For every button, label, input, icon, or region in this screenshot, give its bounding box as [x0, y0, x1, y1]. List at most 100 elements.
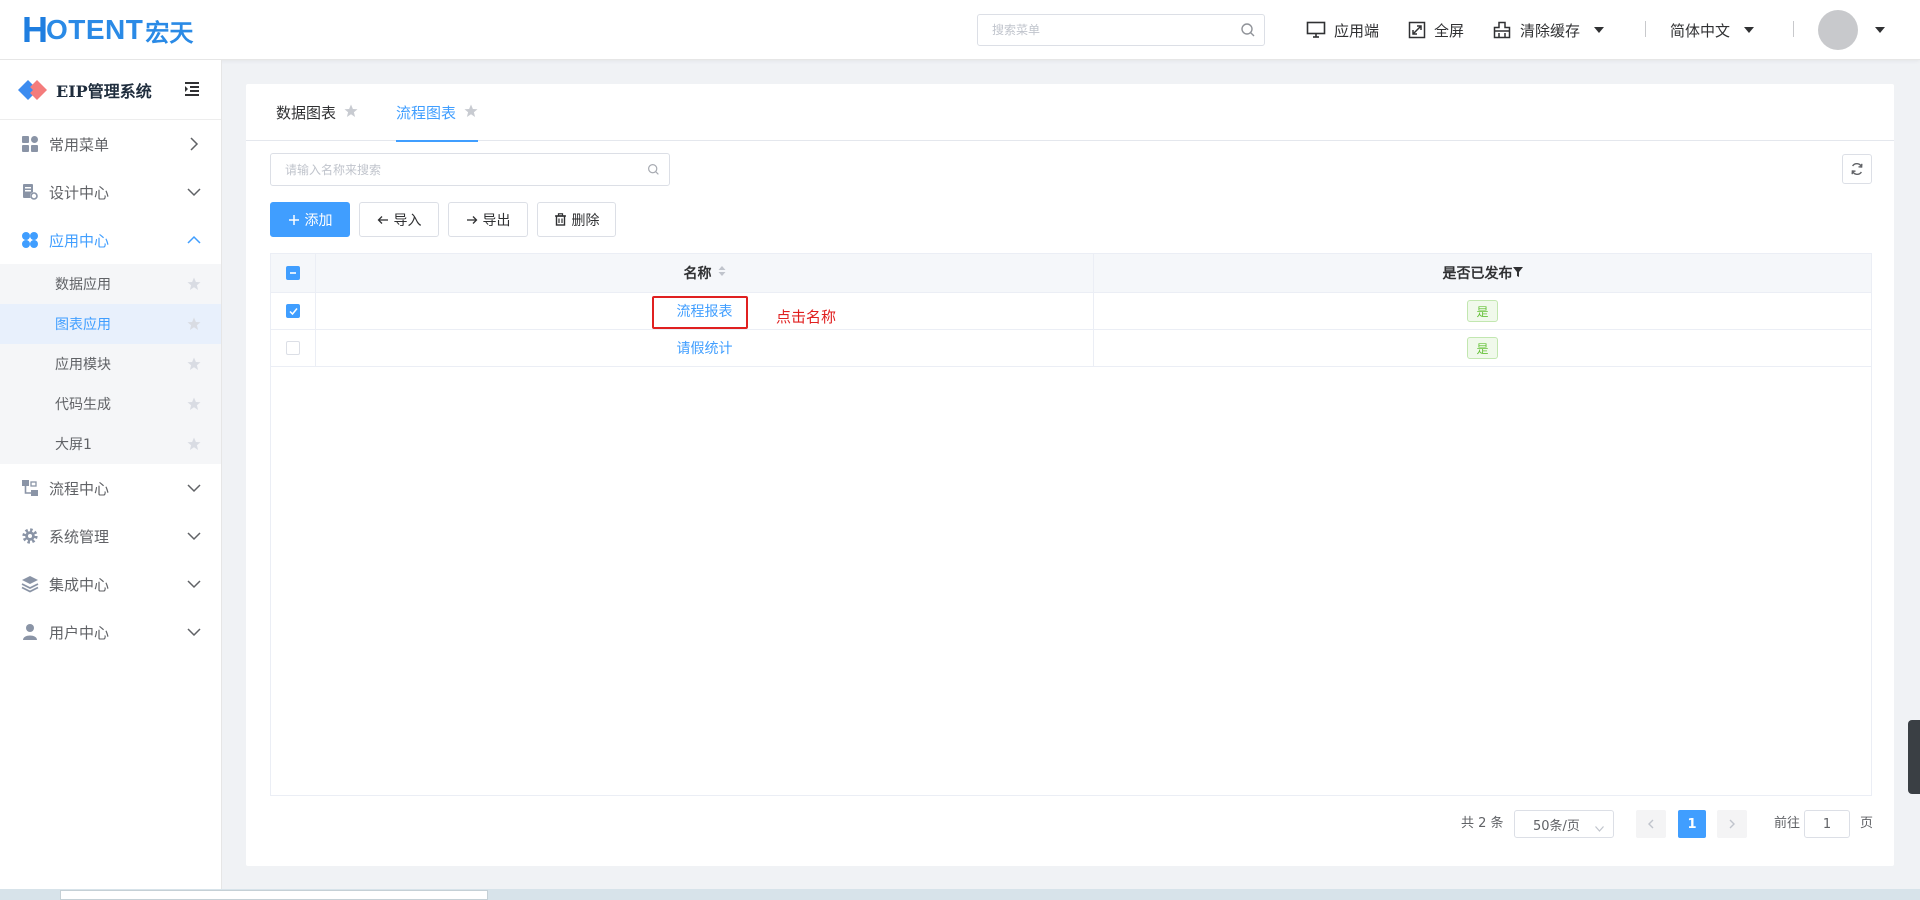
star-icon[interactable]	[187, 317, 201, 335]
column-name-header[interactable]: 名称	[316, 254, 1094, 292]
menu-search[interactable]	[977, 14, 1265, 46]
star-icon[interactable]	[187, 437, 201, 455]
goto-prefix: 前往	[1774, 815, 1801, 831]
menu-common[interactable]: 常用菜单	[0, 120, 221, 168]
apps-icon	[20, 230, 40, 250]
delete-button[interactable]: 删除	[537, 202, 616, 237]
next-page-button[interactable]	[1717, 810, 1747, 838]
total-count: 共 2 条	[1461, 815, 1504, 831]
menu-process-center[interactable]: 流程中心	[0, 464, 221, 512]
chevron-right-icon	[1729, 819, 1735, 829]
layers-icon	[20, 574, 40, 594]
broom-icon	[1493, 21, 1511, 39]
document-gear-icon	[20, 182, 40, 202]
refresh-icon	[1851, 163, 1863, 175]
delete-button-label: 删除	[571, 212, 600, 229]
star-icon[interactable]	[464, 104, 478, 122]
name-search[interactable]	[270, 153, 670, 186]
taskbar-window[interactable]	[60, 890, 488, 900]
export-button[interactable]: 导出	[448, 202, 528, 237]
star-icon[interactable]	[187, 277, 201, 295]
star-icon[interactable]	[187, 357, 201, 375]
add-button[interactable]: 添加	[270, 202, 350, 237]
row-published-cell: 是	[1094, 330, 1871, 366]
fullscreen-icon	[1408, 21, 1426, 39]
page-size-value: 50条/页	[1533, 818, 1580, 834]
side-widget[interactable]	[1908, 720, 1920, 794]
annotation-text: 点击名称	[776, 308, 837, 326]
row-name-cell: 请假统计	[316, 330, 1094, 366]
plus-icon	[288, 214, 299, 225]
chevron-down-icon	[1595, 821, 1604, 836]
submenu-code-gen-label: 代码生成	[55, 397, 111, 413]
app-center-submenu: 数据应用 图表应用 应用模块 代码生成 大屏1	[0, 264, 221, 464]
menu-system-management[interactable]: 系统管理	[0, 512, 221, 560]
submenu-data-app-label: 数据应用	[55, 277, 111, 293]
menu-search-input[interactable]	[978, 15, 1218, 45]
table-row[interactable]: 请假统计 是	[271, 330, 1871, 367]
published-tag: 是	[1467, 337, 1498, 359]
row-name-cell: 流程报表	[316, 293, 1094, 329]
import-button-label: 导入	[393, 212, 422, 229]
search-icon[interactable]	[647, 163, 660, 180]
chevron-down-icon	[187, 529, 201, 547]
table-row[interactable]: 流程报表 是	[271, 293, 1871, 330]
chart-tabs: 数据图表 流程图表	[246, 84, 1894, 142]
submenu-big-screen[interactable]: 大屏1	[0, 424, 221, 464]
language-label: 简体中文	[1670, 21, 1731, 40]
column-published-label: 是否已发布	[1442, 266, 1513, 282]
prev-page-button[interactable]	[1636, 810, 1666, 838]
collapse-menu-icon[interactable]	[183, 81, 201, 101]
gear-icon	[20, 526, 40, 546]
arrow-right-icon	[466, 215, 477, 224]
chart-name-link[interactable]: 请假统计	[677, 338, 733, 358]
clear-cache-dropdown[interactable]: 清除缓存	[1492, 18, 1605, 42]
search-icon[interactable]	[1240, 22, 1256, 42]
submenu-chart-app[interactable]: 图表应用	[0, 304, 221, 344]
menu-design-center[interactable]: 设计中心	[0, 168, 221, 216]
menu-app-center[interactable]: 应用中心	[0, 216, 221, 264]
column-published-header[interactable]: 是否已发布	[1094, 254, 1871, 292]
goto-page-input[interactable]	[1804, 810, 1850, 838]
chart-name-link[interactable]: 流程报表	[677, 301, 733, 321]
monitor-icon	[1306, 21, 1326, 38]
app-client-link[interactable]: 应用端	[1306, 18, 1379, 42]
menu-integration-center[interactable]: 集成中心	[0, 560, 221, 608]
star-icon[interactable]	[187, 397, 201, 415]
tab-data-chart[interactable]: 数据图表	[276, 84, 358, 141]
name-search-input[interactable]	[271, 154, 631, 185]
row-checkbox[interactable]	[286, 304, 300, 318]
chevron-down-icon	[187, 625, 201, 643]
language-dropdown[interactable]: 简体中文	[1670, 18, 1755, 42]
system-logo-icon	[18, 79, 47, 100]
menu-design-center-label: 设计中心	[49, 183, 110, 202]
row-checkbox[interactable]	[286, 341, 300, 355]
submenu-app-module[interactable]: 应用模块	[0, 344, 221, 384]
page-number-button[interactable]: 1	[1678, 810, 1706, 838]
refresh-button[interactable]	[1842, 154, 1872, 184]
logo-cn: 宏天	[145, 18, 194, 47]
caret-down-icon	[1744, 27, 1755, 33]
chevron-down-icon	[187, 577, 201, 595]
page-size-select[interactable]: 50条/页	[1514, 810, 1614, 838]
main-panel: 数据图表 流程图表 添加 导入 导出 删除 名称	[246, 84, 1894, 866]
sidebar: EIP管理系统 常用菜单 设计中心 应用中心 数据应用 图表应用 应用模块 代码…	[0, 60, 222, 900]
sort-icon[interactable]	[718, 265, 726, 281]
fullscreen-button[interactable]: 全屏	[1408, 18, 1464, 42]
submenu-data-app[interactable]: 数据应用	[0, 264, 221, 304]
select-all-checkbox[interactable]	[286, 266, 300, 280]
star-icon[interactable]	[344, 104, 358, 122]
tab-process-chart[interactable]: 流程图表	[396, 84, 479, 142]
logo-text: OTENT	[46, 14, 144, 45]
filter-icon[interactable]	[1512, 265, 1523, 281]
submenu-code-gen[interactable]: 代码生成	[0, 384, 221, 424]
menu-user-center[interactable]: 用户中心	[0, 608, 221, 656]
brand-logo[interactable]: H OTENT 宏天	[22, 9, 194, 50]
menu-common-label: 常用菜单	[49, 135, 110, 154]
user-menu-caret-icon[interactable]	[1875, 27, 1885, 33]
published-tag: 是	[1467, 300, 1498, 322]
grid-icon	[20, 134, 40, 154]
user-avatar[interactable]	[1818, 10, 1858, 50]
row-published-cell: 是	[1094, 293, 1871, 329]
import-button[interactable]: 导入	[359, 202, 439, 237]
